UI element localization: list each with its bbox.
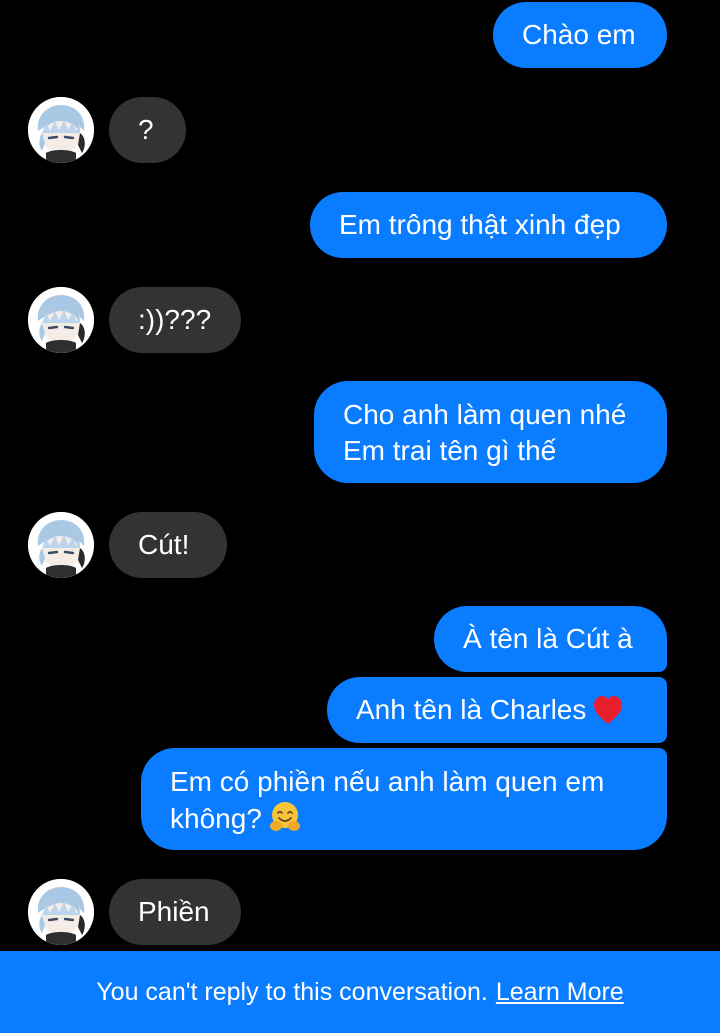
sent-message: Em có phiền nếu anh làm quen em không? [141, 748, 667, 850]
message-line: Em trai tên gì thế [343, 435, 557, 466]
contact-avatar[interactable] [28, 287, 94, 353]
received-message: ? [109, 97, 186, 163]
sent-message: Anh tên là Charles [327, 677, 667, 743]
red-heart-icon [592, 695, 624, 734]
message-text: Phiền [138, 896, 210, 927]
received-message: :))??? [109, 287, 241, 353]
message-text: :))??? [138, 304, 212, 335]
contact-avatar[interactable] [28, 879, 94, 945]
message-text: Em trông thật xinh đẹp [339, 209, 621, 240]
message-line: không? [170, 803, 262, 834]
message-text: ? [138, 114, 154, 145]
learn-more-link[interactable]: Learn More [496, 978, 624, 1007]
message-text: Anh tên là Charles [356, 694, 587, 725]
hugging-face-icon [268, 800, 302, 843]
reply-disabled-banner: You can't reply to this conversation. Le… [0, 951, 720, 1033]
received-message: Cút! [109, 512, 227, 578]
message-text: Chào em [522, 19, 636, 50]
conversation-screen: Chào em ? Em trông thật xinh đẹp :))??? … [0, 0, 720, 1033]
received-message: Phiền [109, 879, 241, 945]
sent-message: Cho anh làm quen nhé Em trai tên gì thế [314, 381, 667, 483]
sent-message: À tên là Cút à [434, 606, 667, 672]
sent-message: Em trông thật xinh đẹp [310, 192, 667, 258]
message-line: Cho anh làm quen nhé [343, 399, 627, 430]
reply-disabled-notice: You can't reply to this conversation. [96, 977, 488, 1006]
message-line: Em có phiền nếu anh làm quen em [170, 766, 605, 797]
message-text: Cút! [138, 529, 190, 560]
sent-message: Chào em [493, 2, 667, 68]
message-text: À tên là Cút à [463, 623, 633, 654]
contact-avatar[interactable] [28, 97, 94, 163]
contact-avatar[interactable] [28, 512, 94, 578]
